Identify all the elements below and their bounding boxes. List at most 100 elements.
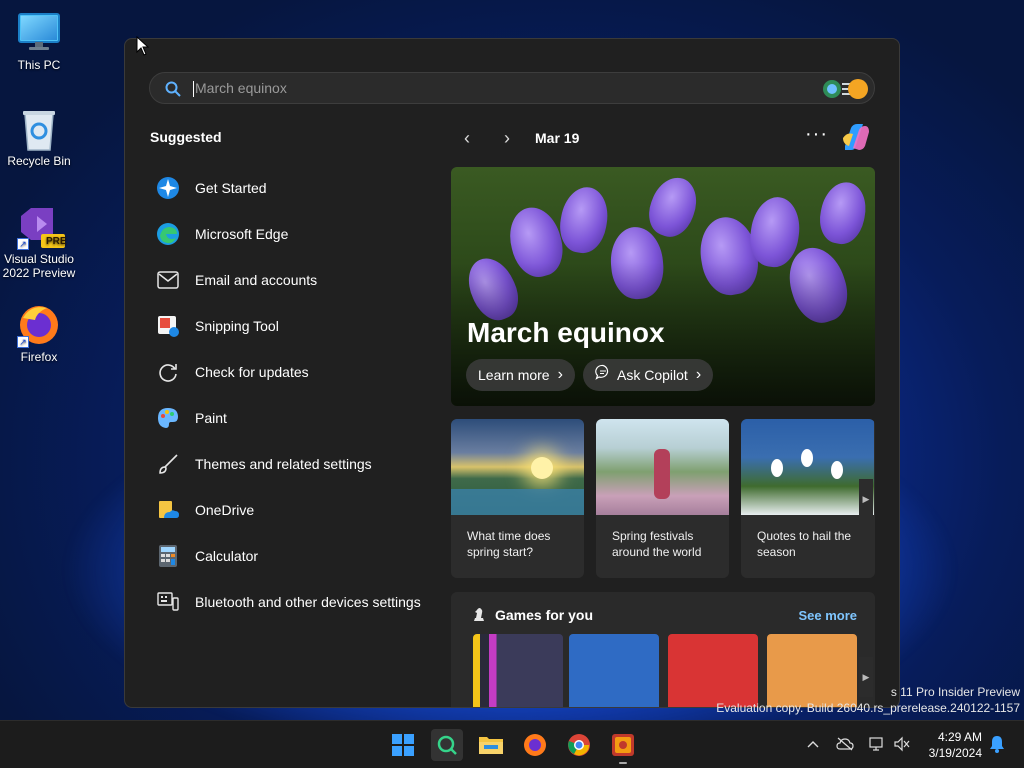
shortcut-arrow-icon: ↗ xyxy=(17,238,29,250)
suggested-item-edge[interactable]: Microsoft Edge xyxy=(155,211,445,257)
suggested-item-label: Get Started xyxy=(195,180,267,196)
desktop-icon-this-pc[interactable]: This PC xyxy=(0,10,78,72)
snowdrop-flower xyxy=(771,459,783,477)
chat-bubble-icon xyxy=(595,359,611,391)
search-highlight-icon xyxy=(820,76,868,102)
suggested-item-bluetooth[interactable]: Bluetooth and other devices settings xyxy=(155,579,445,625)
desktop-icon-label: Visual Studio 2022 Preview xyxy=(2,252,76,280)
highlight-card-quotes[interactable]: Quotes to hail the season xyxy=(741,419,875,578)
chevron-right-icon: › xyxy=(695,366,702,383)
chrome-icon xyxy=(568,734,590,756)
chess-piece-icon xyxy=(471,606,487,622)
desktop-icon-recycle-bin[interactable]: Recycle Bin xyxy=(0,106,78,168)
hero-title: March equinox xyxy=(467,317,665,348)
snowdrop-flower xyxy=(831,461,843,479)
scroll-right-icon[interactable]: ▶ xyxy=(859,479,873,519)
clock-date: 3/19/2024 xyxy=(928,746,982,760)
edge-icon xyxy=(155,221,181,247)
windows-logo-icon xyxy=(392,734,414,756)
notification-bell-icon[interactable] xyxy=(988,735,1006,753)
hero-card[interactable]: March equinox Learn more › Ask Copilot › xyxy=(451,167,875,406)
desktop-icon-visual-studio[interactable]: PRE ↗ Visual Studio 2022 Preview xyxy=(0,204,78,280)
chrome-taskbar-button[interactable] xyxy=(563,729,595,761)
suggested-item-label: Microsoft Edge xyxy=(195,226,289,242)
suggested-item-calculator[interactable]: Calculator xyxy=(155,533,445,579)
volume-muted-icon[interactable] xyxy=(893,735,911,753)
suggested-item-snipping-tool[interactable]: Snipping Tool xyxy=(155,303,445,349)
person-shape xyxy=(654,449,670,499)
suggested-item-label: Bluetooth and other devices settings xyxy=(195,594,421,610)
watermark-line: s 11 Pro Insider Preview xyxy=(890,685,1020,699)
suggested-item-label: Check for updates xyxy=(195,364,309,380)
network-icon[interactable] xyxy=(868,735,886,753)
card-image-snowdrops xyxy=(741,419,874,515)
mouse-cursor-icon xyxy=(136,35,150,61)
desktop-icon-firefox[interactable]: ↗ Firefox xyxy=(0,302,78,364)
firefox-taskbar-button[interactable] xyxy=(519,729,551,761)
taskbar-clock[interactable]: 4:29 AM 3/19/2024 xyxy=(922,729,982,761)
search-icon xyxy=(165,81,181,102)
highlights-date: Mar 19 xyxy=(535,130,580,146)
see-more-link[interactable]: See more xyxy=(798,608,857,623)
pre-badge: PRE xyxy=(46,236,67,247)
evaluation-watermark: s 11 Pro Insider Preview Evaluation copy… xyxy=(716,684,1020,716)
card-caption: What time does spring start? xyxy=(467,529,551,559)
chevron-left-icon[interactable]: ‹ xyxy=(456,127,478,149)
calculator-icon xyxy=(155,543,181,569)
suggested-list: Get Started Microsoft Edge Email and acc… xyxy=(155,165,445,625)
taskbar: 4:29 AM 3/19/2024 xyxy=(0,720,1024,768)
suggested-item-get-started[interactable]: Get Started xyxy=(155,165,445,211)
suggested-item-label: OneDrive xyxy=(195,502,255,518)
devices-icon xyxy=(155,589,181,615)
suggested-item-label: Themes and related settings xyxy=(195,456,372,472)
chevron-right-icon: › xyxy=(557,366,563,383)
mail-icon xyxy=(155,267,181,293)
suggested-item-label: Paint xyxy=(195,410,227,426)
learn-more-button[interactable]: Learn more › xyxy=(466,359,575,391)
highlights-nav: ‹ › Mar 19 ··· xyxy=(455,123,875,150)
search-panel: March equinox Suggested Get Started Micr… xyxy=(124,38,900,708)
copilot-icon[interactable] xyxy=(839,122,871,152)
card-caption: Spring festivals around the world xyxy=(612,529,702,559)
suggested-item-onedrive[interactable]: OneDrive xyxy=(155,487,445,533)
search-box[interactable]: March equinox xyxy=(149,72,875,104)
suggested-item-label: Snipping Tool xyxy=(195,318,279,334)
highlight-card-spring-start[interactable]: What time does spring start? xyxy=(451,419,584,578)
watermark-line: Evaluation copy. Build 26040.rs_prerelea… xyxy=(716,701,1020,715)
monitor-icon xyxy=(17,10,61,54)
file-explorer-button[interactable] xyxy=(475,729,507,761)
chevron-right-icon[interactable]: › xyxy=(496,127,518,149)
desktop-icon-label: Recycle Bin xyxy=(7,154,71,168)
suggested-item-email[interactable]: Email and accounts xyxy=(155,257,445,303)
more-options-button[interactable]: ··· xyxy=(805,123,828,146)
brush-icon xyxy=(155,451,181,477)
suggested-heading: Suggested xyxy=(150,129,222,145)
running-indicator xyxy=(619,762,627,764)
clock-time: 4:29 AM xyxy=(937,730,982,744)
suggested-item-paint[interactable]: Paint xyxy=(155,395,445,441)
game-tile[interactable] xyxy=(569,634,659,707)
search-input[interactable]: March equinox xyxy=(195,80,287,96)
suggested-item-label: Calculator xyxy=(195,548,259,564)
ask-copilot-button[interactable]: Ask Copilot › xyxy=(583,359,714,391)
onedrive-cloud-icon[interactable] xyxy=(836,735,854,753)
suggested-item-themes[interactable]: Themes and related settings xyxy=(155,441,445,487)
paint-icon xyxy=(155,405,181,431)
learn-more-label: Learn more xyxy=(478,367,550,383)
start-button[interactable] xyxy=(387,729,419,761)
suggested-item-check-updates[interactable]: Check for updates xyxy=(155,349,445,395)
highlight-card-spring-festivals[interactable]: Spring festivals around the world xyxy=(596,419,729,578)
sun-shape xyxy=(531,457,553,479)
snipping-tool-icon xyxy=(155,313,181,339)
firefox-icon xyxy=(524,734,546,756)
media-app-taskbar-button[interactable] xyxy=(607,729,639,764)
lake-shape xyxy=(451,489,584,515)
card-image-sunset-lake xyxy=(451,419,584,515)
game-tile[interactable] xyxy=(473,634,563,707)
search-taskbar-button[interactable] xyxy=(431,729,463,761)
games-title: Games for you xyxy=(495,607,594,623)
firefox-icon: ↗ xyxy=(17,302,61,348)
ask-copilot-label: Ask Copilot xyxy=(617,367,688,383)
chevron-up-icon[interactable] xyxy=(804,735,822,753)
shortcut-arrow-icon: ↗ xyxy=(17,336,29,348)
